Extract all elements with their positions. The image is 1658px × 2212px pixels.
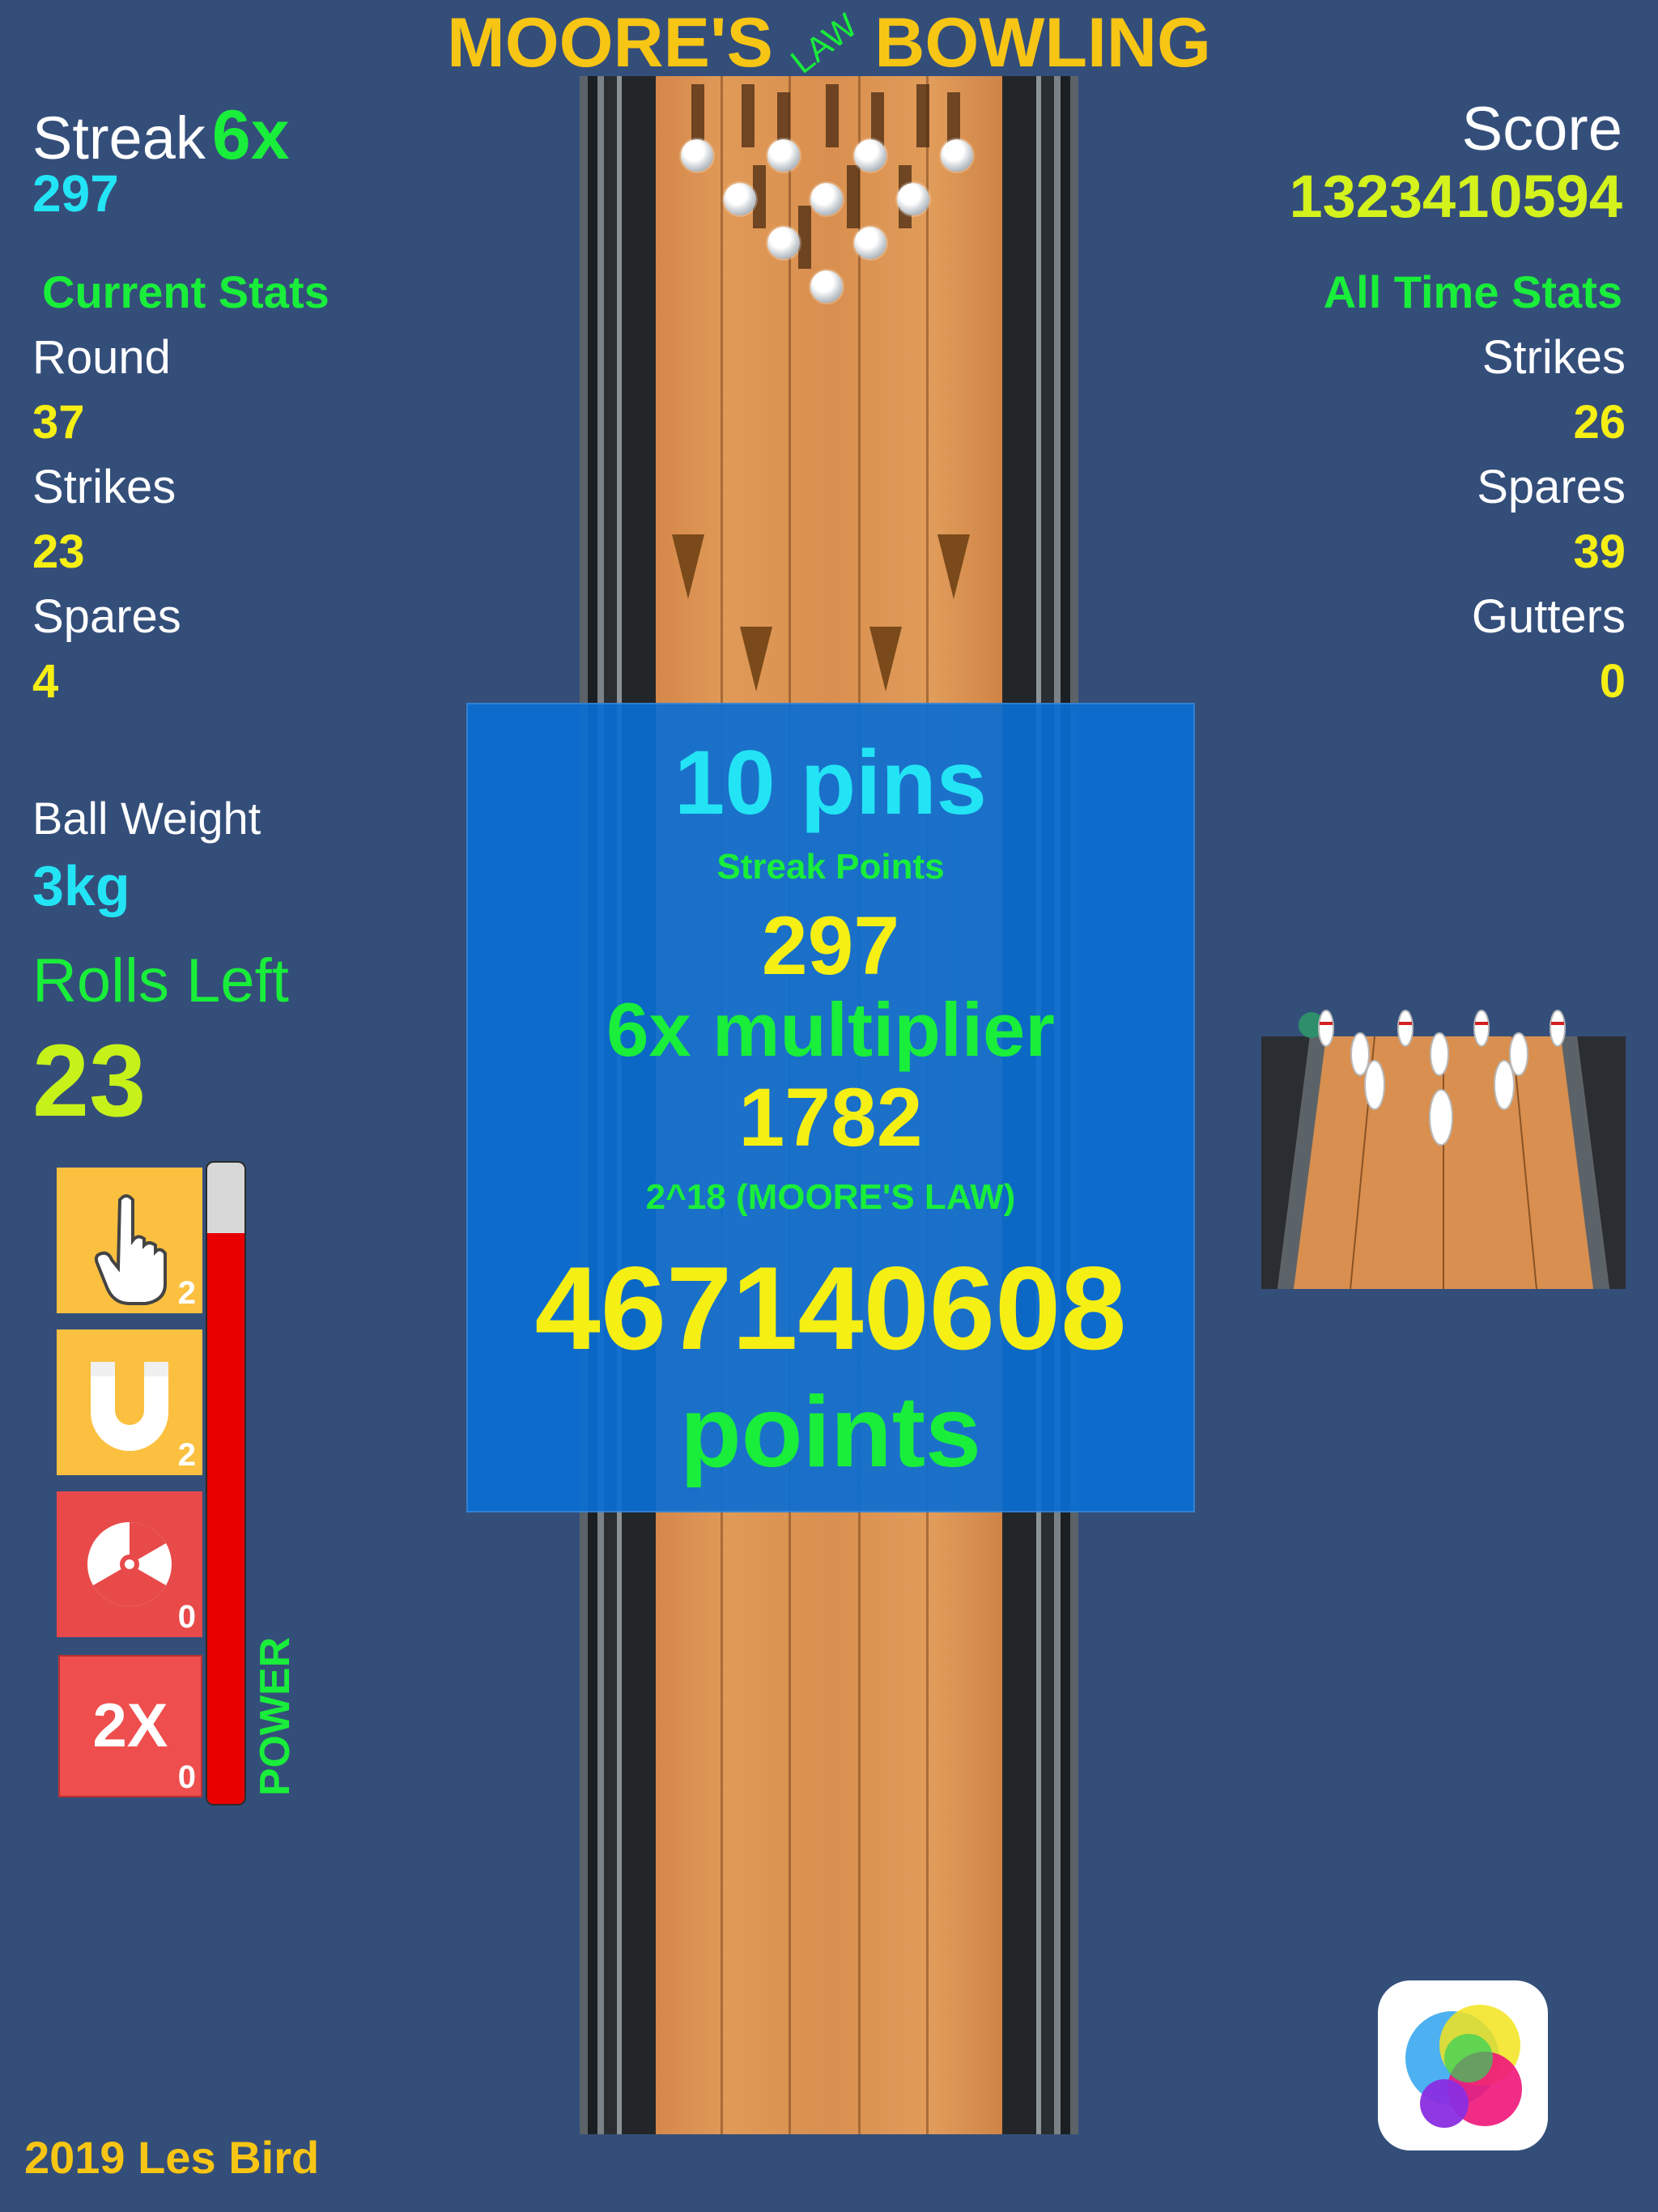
title-moores: MOORE'S	[447, 4, 773, 82]
lane-arrow	[937, 534, 970, 599]
result-streak-points: 297	[761, 900, 900, 992]
result-multiplier: 6x multiplier	[606, 987, 1055, 1072]
result-streak-points-label: Streak Points	[716, 847, 945, 887]
game-title: MOORE'S LAW BOWLING	[0, 0, 1658, 82]
powerup-finger-button[interactable]: 2	[57, 1168, 202, 1313]
powerup-magnet-count: 2	[177, 1437, 196, 1473]
pin-camera-view	[1261, 1004, 1626, 1289]
game-center-icon	[1405, 2005, 1522, 2128]
ball-weight-value: 3kg	[32, 854, 130, 917]
powerup-magnet-button[interactable]: 2	[57, 1329, 202, 1475]
powerup-double-button[interactable]: 2X 0	[58, 1655, 202, 1797]
pin	[810, 183, 843, 215]
pin	[724, 183, 756, 215]
pin	[854, 227, 886, 259]
rolls-left-value: 23	[32, 1023, 147, 1138]
pin	[810, 270, 843, 303]
pin	[897, 183, 929, 215]
streak-multiplier: 6x	[211, 96, 290, 174]
streak-label: Streak	[32, 104, 206, 172]
power-meter-fill	[207, 1233, 244, 1804]
title-bowling: BOWLING	[874, 4, 1211, 82]
result-moores-law: 2^18 (MOORE'S LAW)	[645, 1177, 1016, 1217]
powerup-radiation-count: 0	[177, 1599, 196, 1635]
result-subtotal: 1782	[738, 1071, 923, 1163]
lane-arrow	[740, 627, 772, 691]
result-total-points: 467140608	[534, 1242, 1127, 1374]
title-law: LAW	[783, 6, 864, 81]
powerup-double-count: 0	[177, 1759, 196, 1795]
ball-weight-label: Ball Weight	[32, 793, 261, 844]
current-stats-heading: Current Stats	[42, 266, 329, 317]
alltime-spares-value: 39	[1573, 525, 1626, 578]
current-round-label: Round	[32, 331, 171, 384]
pin	[854, 139, 886, 172]
alltime-gutters-value: 0	[1599, 655, 1626, 708]
current-strikes-label: Strikes	[32, 461, 176, 513]
lane-arrow	[869, 627, 902, 691]
score-label: Score	[1461, 95, 1622, 164]
double-icon: 2X	[92, 1691, 168, 1760]
alltime-spares-label: Spares	[1477, 461, 1626, 513]
powerup-finger-count: 2	[177, 1275, 196, 1311]
result-points-label: points	[680, 1376, 981, 1488]
alltime-strikes-label: Strikes	[1482, 331, 1626, 384]
alltime-gutters-label: Gutters	[1471, 590, 1626, 643]
powerup-radiation-button[interactable]: 0	[57, 1491, 202, 1637]
all-time-stats-heading: All Time Stats	[1323, 266, 1622, 317]
lane-arrow	[672, 534, 704, 599]
current-spares-label: Spares	[32, 590, 181, 643]
roll-result-panel: 10 pins Streak Points 297 6x multiplier …	[466, 703, 1195, 1512]
pin	[767, 227, 800, 259]
pin	[941, 139, 973, 172]
pin	[767, 139, 800, 172]
score-value: 1323410594	[1289, 163, 1622, 230]
power-label: POWER	[252, 1636, 299, 1797]
alltime-strikes-value: 26	[1573, 396, 1626, 449]
footer-credit: 2019 Les Bird	[24, 2132, 320, 2183]
pin	[681, 139, 713, 172]
result-pins: 10 pins	[674, 732, 987, 833]
current-strikes-value: 23	[32, 525, 85, 578]
current-round-value: 37	[32, 396, 85, 449]
game-center-button[interactable]	[1378, 1980, 1548, 2150]
current-spares-value: 4	[32, 655, 59, 708]
rolls-left-label: Rolls Left	[32, 946, 289, 1015]
power-meter	[207, 1163, 244, 1804]
streak-value: 297	[32, 164, 119, 223]
